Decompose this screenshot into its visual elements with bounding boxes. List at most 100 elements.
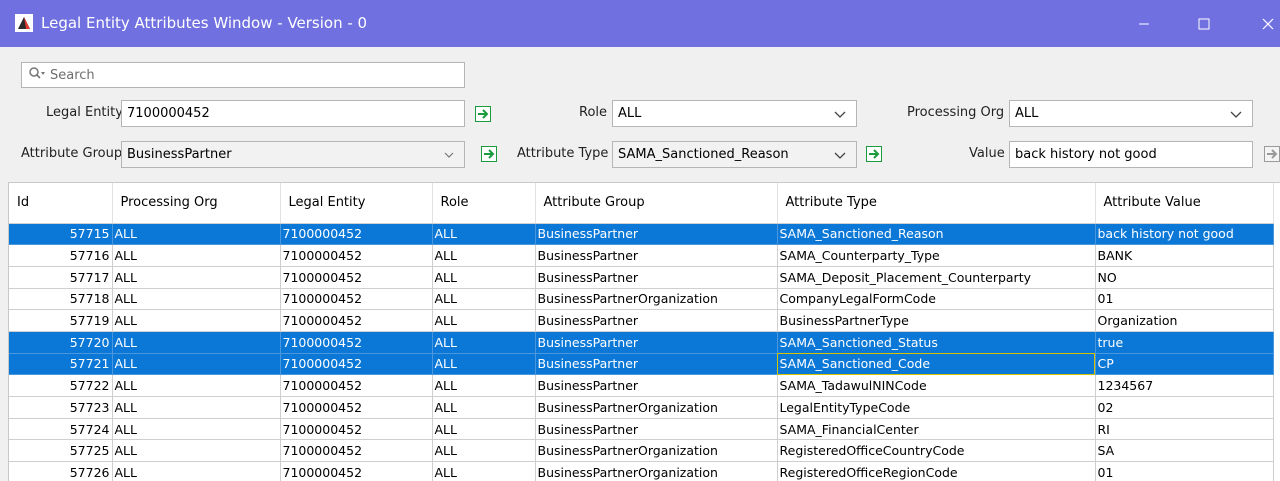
legal-entity-go-icon[interactable] [475,106,491,122]
table-cell-le[interactable]: 7100000452 [280,244,433,267]
table-cell-le[interactable]: 7100000452 [280,374,433,397]
column-header-id[interactable]: Id [9,183,113,224]
table-cell-role[interactable]: ALL [432,439,536,463]
role-dropdown[interactable]: ALL [612,100,857,127]
table-cell-id[interactable]: 57716 [9,244,113,267]
table-cell-org[interactable]: ALL [112,244,281,267]
table-cell-type[interactable]: SAMA_Sanctioned_Status [777,331,1096,354]
table-cell-le[interactable]: 7100000452 [280,396,433,419]
table-cell-org[interactable]: ALL [112,374,281,397]
table-cell-org[interactable]: ALL [112,223,281,246]
table-cell-role[interactable]: ALL [432,266,536,289]
table-cell-type[interactable]: SAMA_Sanctioned_Reason [777,223,1096,246]
table-cell-id[interactable]: 57721 [9,353,113,376]
table-cell-id[interactable]: 57725 [9,439,113,463]
table-cell-value[interactable]: BANK [1095,244,1274,267]
table-row[interactable]: 57718 ALL 7100000452 ALL BusinessPartnerOrga… [9,288,1274,311]
table-cell-role[interactable]: ALL [432,396,536,419]
table-cell-type[interactable]: SAMA_Counterparty_Type [777,244,1096,267]
legal-entity-field[interactable]: 7100000452 [121,100,465,127]
table-cell-role[interactable]: ALL [432,309,536,332]
table-cell-value[interactable]: 01 [1095,461,1274,481]
table-cell-le[interactable]: 7100000452 [280,461,433,481]
table-row[interactable]: 57716 ALL 7100000452 ALL BusinessPartner SAMA… [9,244,1274,267]
table-cell-id[interactable]: 57719 [9,309,113,332]
table-cell-value[interactable]: SA [1095,439,1274,463]
attribute-group-go-icon[interactable] [481,146,497,162]
table-cell-id[interactable]: 57718 [9,288,113,311]
table-cell-group[interactable]: BusinessPartnerOrganization [535,461,778,481]
table-cell-id[interactable]: 57717 [9,266,113,289]
column-header-attribute-value[interactable]: Attribute Value [1095,183,1274,224]
table-cell-id[interactable]: 57726 [9,461,113,481]
table-cell-type[interactable]: BusinessPartnerType [777,309,1096,332]
table-cell-type[interactable]: SAMA_Sanctioned_Code [777,353,1096,376]
table-cell-id[interactable]: 57720 [9,331,113,354]
table-cell-id[interactable]: 57723 [9,396,113,419]
attribute-type-go-icon[interactable] [866,146,882,162]
value-field[interactable]: back history not good [1009,141,1253,168]
table-cell-org[interactable]: ALL [112,266,281,289]
table-cell-value[interactable]: CP [1095,353,1274,376]
column-header-role[interactable]: Role [432,183,536,224]
table-cell-le[interactable]: 7100000452 [280,288,433,311]
table-row[interactable]: 57721 ALL 7100000452 ALL BusinessPartner SAMA… [9,353,1274,376]
column-header-processing-org[interactable]: Processing Org [112,183,281,224]
table-cell-le[interactable]: 7100000452 [280,418,433,441]
table-cell-org[interactable]: ALL [112,353,281,376]
table-cell-role[interactable]: ALL [432,418,536,441]
table-cell-value[interactable]: 01 [1095,288,1274,311]
table-row[interactable]: 57715 ALL 7100000452 ALL BusinessPartner SAMA… [9,223,1274,246]
table-cell-org[interactable]: ALL [112,288,281,311]
processing-org-dropdown[interactable]: ALL [1009,100,1253,127]
table-cell-value[interactable]: RI [1095,418,1274,441]
table-cell-org[interactable]: ALL [112,439,281,463]
table-cell-role[interactable]: ALL [432,461,536,481]
table-cell-role[interactable]: ALL [432,353,536,376]
table-cell-role[interactable]: ALL [432,374,536,397]
table-row[interactable]: 57725 ALL 7100000452 ALL BusinessPartnerOrga… [9,439,1274,463]
table-cell-group[interactable]: BusinessPartner [535,266,778,289]
table-cell-role[interactable]: ALL [432,331,536,354]
table-cell-type[interactable]: CompanyLegalFormCode [777,288,1096,311]
table-cell-group[interactable]: BusinessPartner [535,244,778,267]
table-cell-le[interactable]: 7100000452 [280,353,433,376]
table-cell-org[interactable]: ALL [112,461,281,481]
table-row[interactable]: 57722 ALL 7100000452 ALL BusinessPartner SAMA… [9,374,1274,397]
table-cell-group[interactable]: BusinessPartnerOrganization [535,439,778,463]
table-cell-org[interactable]: ALL [112,309,281,332]
attribute-group-dropdown[interactable]: BusinessPartner [121,141,465,168]
table-cell-group[interactable]: BusinessPartnerOrganization [535,288,778,311]
table-cell-org[interactable]: ALL [112,418,281,441]
table-cell-group[interactable]: BusinessPartner [535,223,778,246]
table-cell-le[interactable]: 7100000452 [280,223,433,246]
table-cell-value[interactable]: back history not good [1095,223,1274,246]
table-cell-role[interactable]: ALL [432,223,536,246]
maximize-button[interactable] [1181,0,1227,47]
table-row[interactable]: 57726 ALL 7100000452 ALL BusinessPartnerOrga… [9,461,1274,481]
search-input[interactable]: Search [21,62,465,88]
table-cell-value[interactable]: 02 [1095,396,1274,419]
table-cell-id[interactable]: 57724 [9,418,113,441]
table-cell-group[interactable]: BusinessPartner [535,331,778,354]
table-cell-org[interactable]: ALL [112,396,281,419]
table-cell-type[interactable]: RegisteredOfficeRegionCode [777,461,1096,481]
table-cell-role[interactable]: ALL [432,244,536,267]
table-cell-type[interactable]: SAMA_FinancialCenter [777,418,1096,441]
table-row[interactable]: 57719 ALL 7100000452 ALL BusinessPartner Busi… [9,309,1274,332]
table-cell-type[interactable]: RegisteredOfficeCountryCode [777,439,1096,463]
attributes-table[interactable]: Id Processing Org Legal Entity Role Attr… [8,182,1280,481]
close-button[interactable] [1245,0,1280,47]
table-cell-id[interactable]: 57722 [9,374,113,397]
table-cell-group[interactable]: BusinessPartner [535,309,778,332]
table-cell-value[interactable]: NO [1095,266,1274,289]
minimize-button[interactable] [1121,0,1167,47]
table-cell-id[interactable]: 57715 [9,223,113,246]
table-cell-group[interactable]: BusinessPartner [535,418,778,441]
table-cell-role[interactable]: ALL [432,288,536,311]
column-header-legal-entity[interactable]: Legal Entity [280,183,433,224]
table-row[interactable]: 57723 ALL 7100000452 ALL BusinessPartnerOrga… [9,396,1274,419]
table-cell-le[interactable]: 7100000452 [280,331,433,354]
table-cell-group[interactable]: BusinessPartnerOrganization [535,396,778,419]
table-row[interactable]: 57720 ALL 7100000452 ALL BusinessPartner SAMA… [9,331,1274,354]
